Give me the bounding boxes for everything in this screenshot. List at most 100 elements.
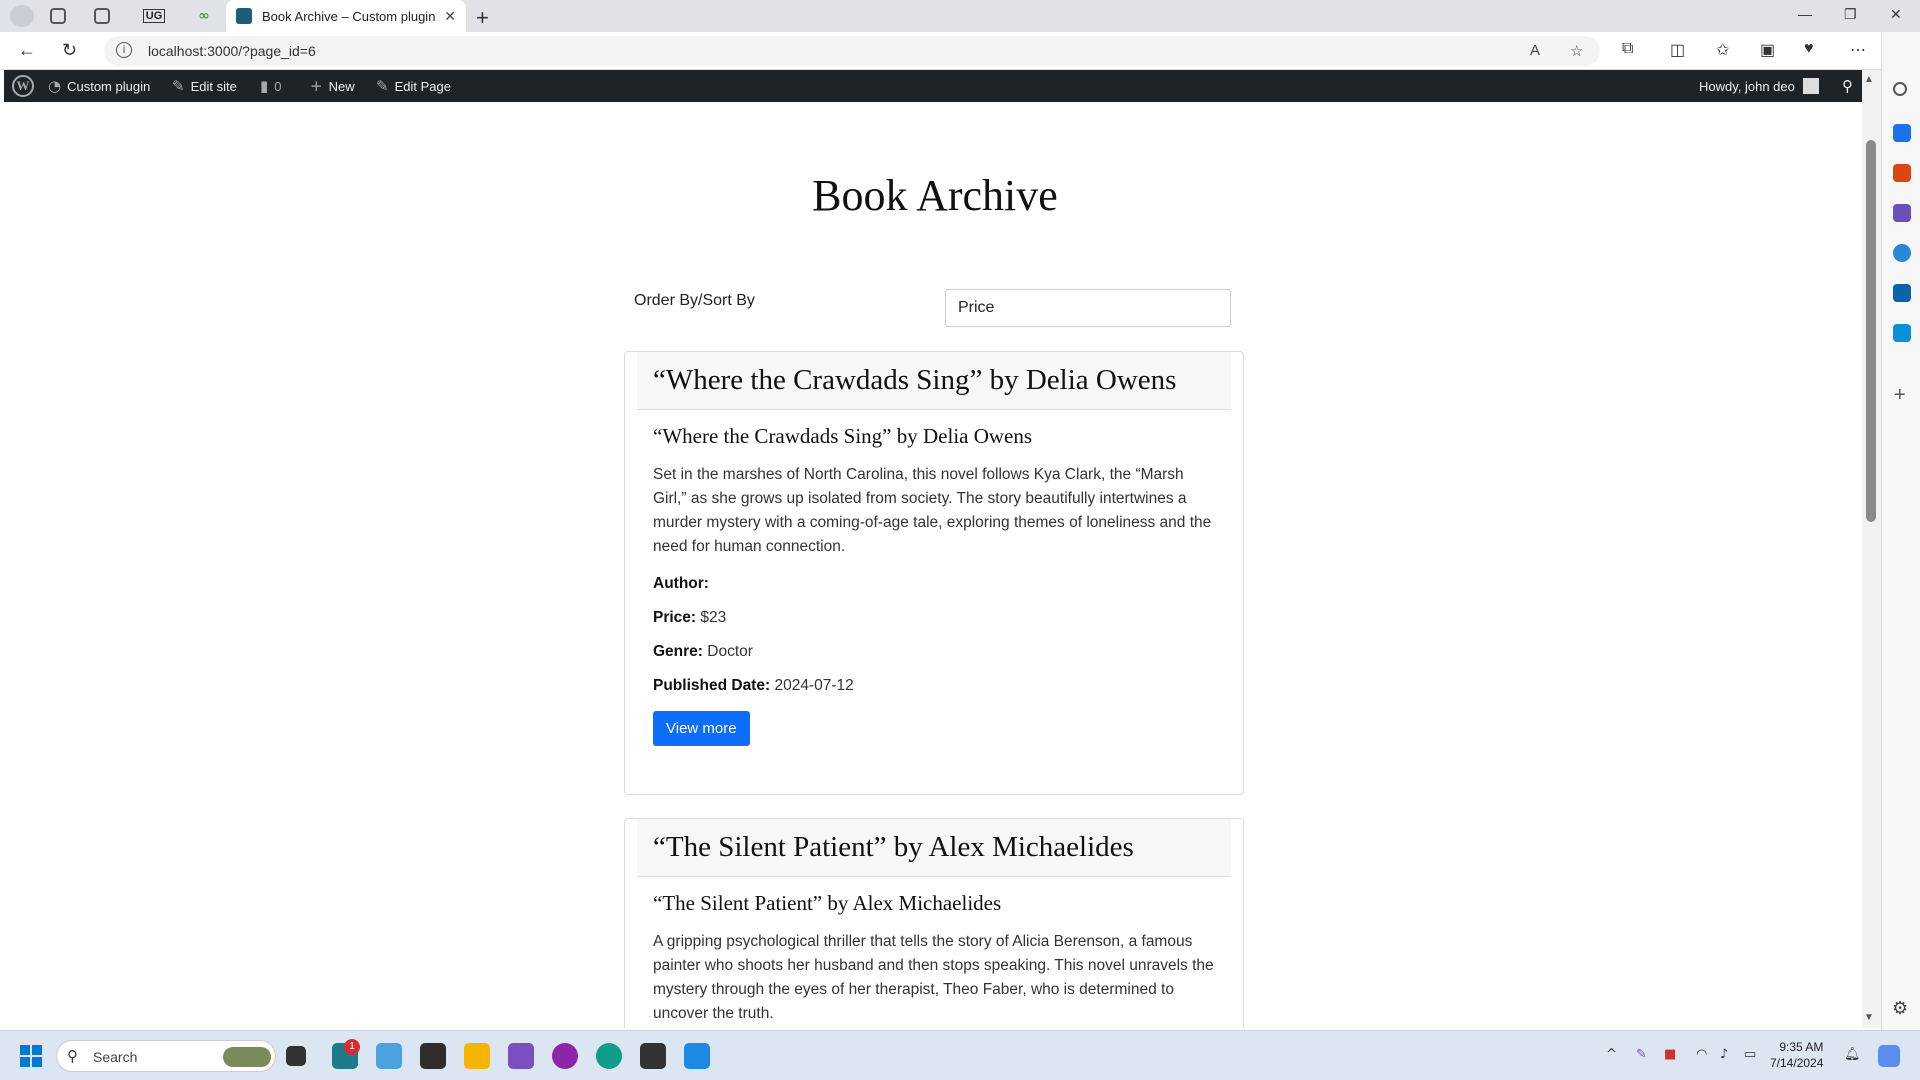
task-view-icon[interactable] [286,1046,306,1066]
app-icon-purple[interactable] [552,1043,578,1069]
address-bar-row: ← ↻ i localhost:3000/?page_id=6 A ☆ ⧉ ◫ … [0,32,1920,70]
site-name-label: Custom plugin [67,78,151,94]
taskbar-search-icon: ⚲ [67,1047,78,1065]
browser-essentials-icon[interactable]: ♥ [1804,40,1814,58]
page-title: Book Archive [812,171,1058,220]
scroll-down-arrow-icon[interactable]: ▼ [1864,1012,1874,1023]
book-description: Set in the marshes of North Carolina, th… [653,466,1212,555]
site-info-icon[interactable]: i [116,42,132,58]
windows-start-icon[interactable] [20,1045,42,1067]
volume-icon[interactable]: ♪ [1720,1047,1728,1062]
tray-app-icon[interactable]: ■ [1664,1047,1676,1062]
refresh-button[interactable]: ↻ [62,40,77,61]
date-label: Published Date: [653,677,771,694]
terminal-icon[interactable] [640,1043,666,1069]
taskbar-search[interactable]: ⚲ Search [56,1040,276,1072]
author-label: Author: [653,575,709,592]
split-screen-icon[interactable]: ◫ [1670,40,1685,60]
clock-date: 7/14/2024 [1770,1056,1824,1070]
adminbar-search[interactable]: ⚲ [1842,70,1859,102]
plus-icon: + [310,77,323,95]
read-aloud-icon[interactable]: A [1530,42,1540,59]
shopping-tag-icon[interactable] [1893,124,1911,142]
address-bar[interactable]: i localhost:3000/?page_id=6 A ☆ [104,36,1600,66]
sidebar-search-icon[interactable] [1893,82,1907,96]
wordpress-logo-icon: W [12,75,34,97]
howdy-label: Howdy, john deo [1699,78,1795,94]
favorite-star-icon[interactable]: ☆ [1570,42,1583,60]
scroll-up-arrow-icon[interactable]: ▲ [1864,74,1874,85]
copilot-taskbar-icon[interactable] [1878,1045,1900,1067]
book-card: “The Silent Patient” by Alex Michaelides… [624,818,1244,1028]
vscode-icon[interactable] [684,1043,710,1069]
new-tab-button[interactable]: + [476,5,489,31]
tab-title: Book Archive – Custom plugin [262,8,436,24]
notifications-bell-icon[interactable]: 🔔︎ [1844,1047,1861,1062]
scrollbar-thumb[interactable] [1866,140,1876,522]
edit-site-link[interactable]: ✎ Edit site [172,70,237,102]
extensions-icon[interactable]: ⧉ [1622,40,1633,58]
avatar [1802,78,1819,94]
comment-icon: ▮ [260,77,269,95]
close-tab-icon[interactable]: ✕ [444,8,456,25]
site-name-link[interactable]: ◔ Custom plugin [48,70,150,102]
pinned-tab-1[interactable]: UG [134,0,174,32]
genre-value: Doctor [707,643,753,660]
sidebar-settings-gear-icon[interactable]: ⚙ [1892,998,1908,1019]
url-text[interactable]: localhost:3000/?page_id=6 [148,43,316,59]
outlook-icon[interactable] [1893,284,1911,302]
games-icon[interactable] [1893,204,1911,222]
wifi-icon[interactable]: ◠ [1696,1047,1707,1062]
site-favicon-icon [236,8,252,24]
back-button[interactable]: ← [18,40,36,61]
book-description: A gripping psychological thriller that t… [653,933,1214,1022]
app-icon-sparkle[interactable] [420,1043,446,1069]
pinned-tab-1-label: UG [142,9,166,23]
view-more-button[interactable]: View more [653,711,750,746]
edit-site-label: Edit site [190,78,237,94]
sort-label: Order By/Sort By [634,292,755,309]
app-icon-blue[interactable] [376,1043,402,1069]
tools-icon[interactable] [1893,164,1911,182]
drop-icon[interactable] [1893,324,1911,342]
minimize-button[interactable]: — [1798,6,1812,22]
edit-page-link[interactable]: ✎ Edit Page [376,70,451,102]
pen-icon[interactable]: ✎ [1636,1047,1647,1062]
file-explorer-icon[interactable] [464,1043,490,1069]
date-value: 2024-07-12 [774,677,854,694]
new-content-link[interactable]: + New [310,70,355,102]
edge-sidebar: + ⚙ [1881,32,1920,1030]
wp-admin-bar: W ◔ Custom plugin ✎ Edit site ▮ 0 + New … [4,70,1881,102]
close-window-button[interactable]: ✕ [1890,6,1902,23]
microsoft-365-icon[interactable] [1893,244,1911,262]
price-label: Price: [653,609,697,626]
visual-studio-icon[interactable] [508,1043,534,1069]
collections-icon[interactable]: ▣ [1760,40,1775,60]
tab-actions-icon[interactable] [94,8,110,24]
edge-browser-icon[interactable] [596,1043,622,1069]
add-sidebar-app-icon[interactable]: + [1894,384,1906,407]
taskbar-search-placeholder: Search [93,1049,138,1065]
pinned-tab-2[interactable]: ∞ [184,0,224,32]
profile-icon[interactable] [10,5,34,27]
tab-book-archive[interactable]: Book Archive – Custom plugin ✕ [226,0,466,32]
new-label: New [328,78,355,94]
book-genre-field: Genre: Doctor [653,643,1215,661]
comments-link[interactable]: ▮ 0 [260,70,282,102]
workspaces-icon[interactable] [50,8,66,24]
comments-count: 0 [274,78,282,94]
infinity-icon: ∞ [198,8,210,24]
restore-button[interactable]: ❐ [1844,6,1857,23]
book-card-header-title: “The Silent Patient” by Alex Michaelides [653,831,1134,863]
battery-icon[interactable]: ▭ [1744,1047,1756,1062]
my-account-menu[interactable]: Howdy, john deo [1699,70,1819,102]
taskbar-clock[interactable]: 9:35 AM 7/14/2024 [1770,1039,1823,1071]
wp-logo-menu[interactable]: W [12,70,34,102]
search-icon: ⚲ [1842,77,1853,95]
show-hidden-icons-icon[interactable]: ^ [1606,1047,1617,1062]
more-menu-icon[interactable]: ⋯ [1850,40,1866,60]
page-content: Book Archive Order By/Sort By Price “Whe… [4,102,1866,1028]
sort-select[interactable]: Price [945,289,1231,327]
book-card: “Where the Crawdads Sing” by Delia Owens… [624,351,1244,795]
favorites-icon[interactable]: ✩ [1716,40,1729,60]
